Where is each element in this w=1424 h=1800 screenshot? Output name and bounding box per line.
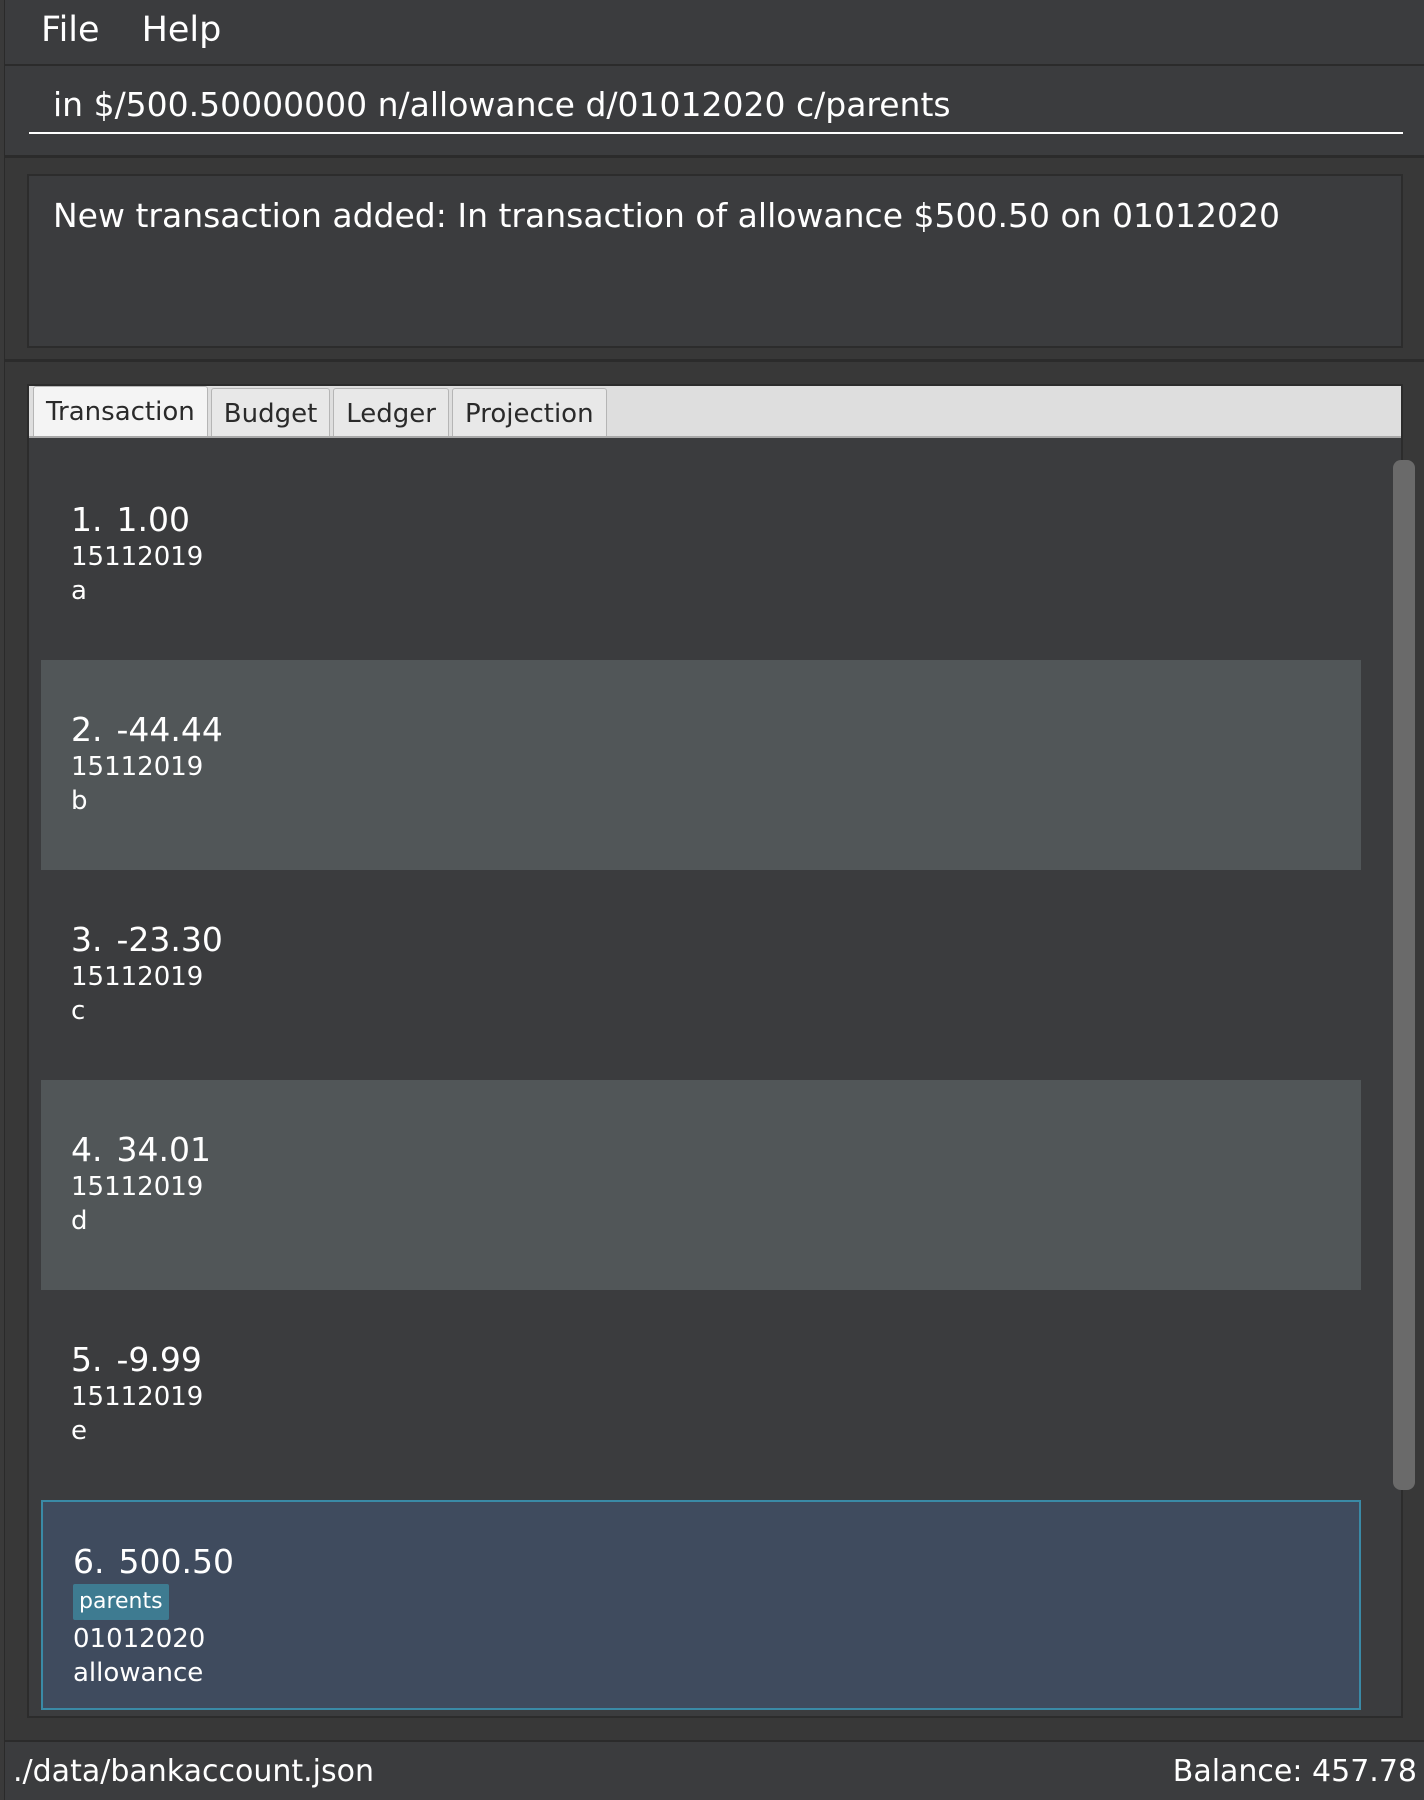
transaction-index: 3. [71,920,103,959]
transaction-card[interactable]: 1. 1.00 15112019 a [41,450,1361,660]
transaction-index: 5. [71,1340,103,1379]
transaction-description: e [71,1416,87,1446]
menu-file[interactable]: File [5,10,120,54]
result-message: New transaction added: In transaction of… [27,174,1403,348]
category-tag: parents [73,1584,169,1620]
app-window: File Help New transaction added: In tran… [4,0,1424,1800]
transaction-amount: -44.44 [116,710,223,749]
menu-bar: File Help [5,0,1424,66]
transaction-index: 6. [73,1542,105,1581]
transaction-amount: 34.01 [116,1130,211,1169]
transaction-amount: -23.30 [116,920,223,959]
tab-budget[interactable]: Budget [210,388,331,436]
transaction-header: 5. -9.99 [71,1340,1361,1380]
transaction-amount: -9.99 [116,1340,202,1379]
tab-transaction[interactable]: Transaction [33,386,208,436]
transaction-amount: 1.00 [116,500,190,539]
transaction-date: 01012020 [73,1624,206,1654]
transaction-header: 6. 500.50 [73,1542,1359,1582]
transaction-card[interactable]: 5. -9.99 15112019 e [41,1290,1361,1500]
transaction-header: 1. 1.00 [71,500,1361,540]
transaction-description: a [71,576,87,606]
transaction-description: allowance [73,1658,204,1688]
transaction-header: 4. 34.01 [71,1130,1361,1170]
transaction-description: d [71,1206,88,1236]
transaction-card[interactable]: 3. -23.30 15112019 c [41,870,1361,1080]
command-input[interactable] [29,76,1403,134]
result-display-area: New transaction added: In transaction of… [5,162,1424,362]
transaction-card[interactable]: 4. 34.01 15112019 d [41,1080,1361,1290]
transaction-header: 2. -44.44 [71,710,1361,750]
transaction-date: 15112019 [71,1382,204,1412]
tab-ledger[interactable]: Ledger [333,388,449,436]
transaction-index: 4. [71,1130,103,1169]
tab-panel: Transaction Budget Ledger Projection 1. 1… [27,384,1415,1718]
tab-header: Transaction Budget Ledger Projection [29,386,1401,438]
transaction-amount: 500.50 [118,1542,234,1581]
menu-help[interactable]: Help [120,10,242,54]
save-location-path: ./data/bankaccount.json [13,1754,374,1789]
transaction-card-selected[interactable]: 6. 500.50 parents 01012020 allowance [41,1500,1361,1710]
status-bar: ./data/bankaccount.json Balance: 457.78 [5,1740,1424,1800]
transaction-index: 1. [71,500,103,539]
command-box-area [5,66,1424,158]
transaction-list[interactable]: 1. 1.00 15112019 a 2. -44.44 15112019 b 3.… [41,450,1397,1714]
list-scrollbar[interactable] [1393,460,1415,1490]
transaction-card[interactable]: 2. -44.44 15112019 b [41,660,1361,870]
tab-projection[interactable]: Projection [451,388,607,436]
balance-display: Balance: 457.78 [1172,1754,1417,1789]
transaction-date: 15112019 [71,542,204,572]
transaction-index: 2. [71,710,103,749]
transaction-date: 15112019 [71,1172,204,1202]
transaction-date: 15112019 [71,752,204,782]
transaction-date: 15112019 [71,962,204,992]
transaction-description: b [71,786,88,816]
transaction-description: c [71,996,86,1026]
transaction-header: 3. -23.30 [71,920,1361,960]
